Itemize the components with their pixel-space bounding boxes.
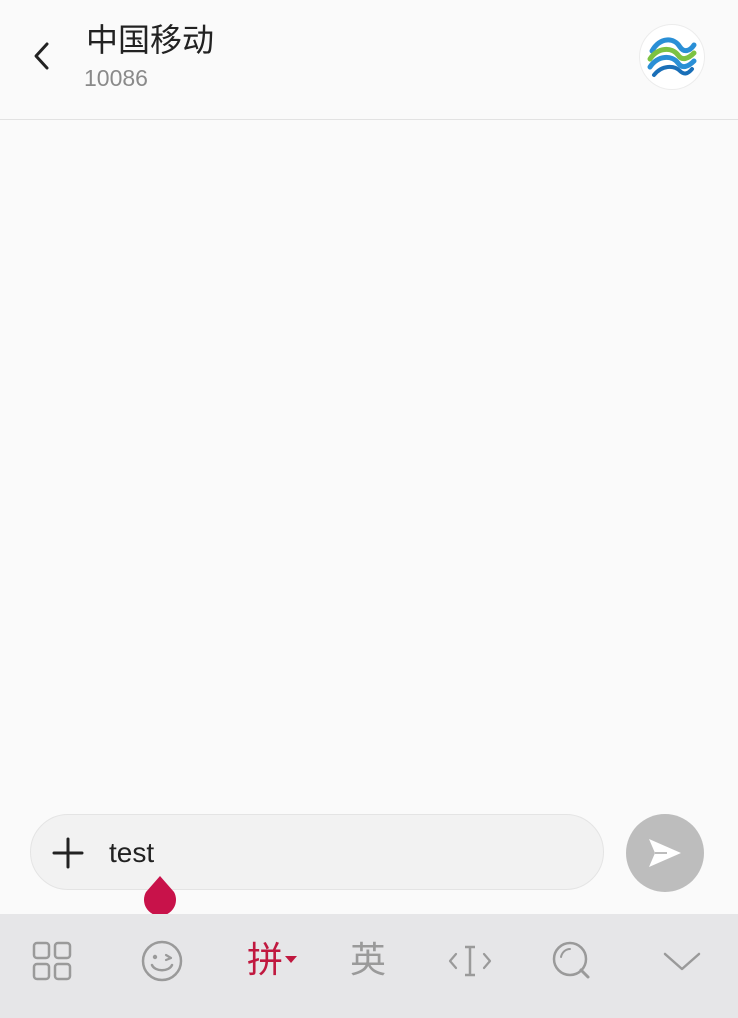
contact-avatar[interactable] [640, 25, 704, 89]
keyboard-emoji-button[interactable] [122, 914, 202, 1008]
keyboard-english-button[interactable]: 英 [328, 914, 408, 1008]
keyboard-collapse-button[interactable] [642, 914, 722, 1008]
plus-icon [52, 837, 84, 869]
chevron-left-icon [34, 42, 49, 70]
send-button[interactable] [626, 814, 704, 892]
back-button[interactable] [22, 34, 62, 78]
caret-down-icon [285, 955, 297, 963]
apps-grid-icon [32, 941, 72, 981]
conversation-header: 中国移动 10086 [0, 0, 738, 120]
contact-name: 中国移动 [86, 21, 215, 59]
keyboard-apps-button[interactable] [12, 914, 92, 1008]
add-attachment-button[interactable] [49, 834, 87, 872]
emoji-icon [141, 940, 183, 982]
contact-number: 10086 [84, 65, 148, 91]
china-mobile-logo-icon [646, 31, 698, 83]
message-list[interactable] [0, 120, 738, 810]
message-composer[interactable]: test [30, 814, 604, 890]
cursor-move-icon [448, 945, 492, 977]
message-input[interactable]: test [109, 833, 154, 873]
keyboard-cursor-button[interactable] [430, 914, 510, 1008]
chevron-down-icon [663, 952, 701, 971]
send-icon [649, 839, 681, 867]
english-label: 英 [349, 940, 386, 981]
keyboard-pinyin-button[interactable]: 拼 [232, 914, 312, 1008]
search-icon [552, 941, 590, 979]
keyboard-toolbar: 拼 英 [0, 914, 738, 1018]
keyboard-search-button[interactable] [532, 914, 612, 1008]
pinyin-label: 拼 [246, 940, 283, 981]
